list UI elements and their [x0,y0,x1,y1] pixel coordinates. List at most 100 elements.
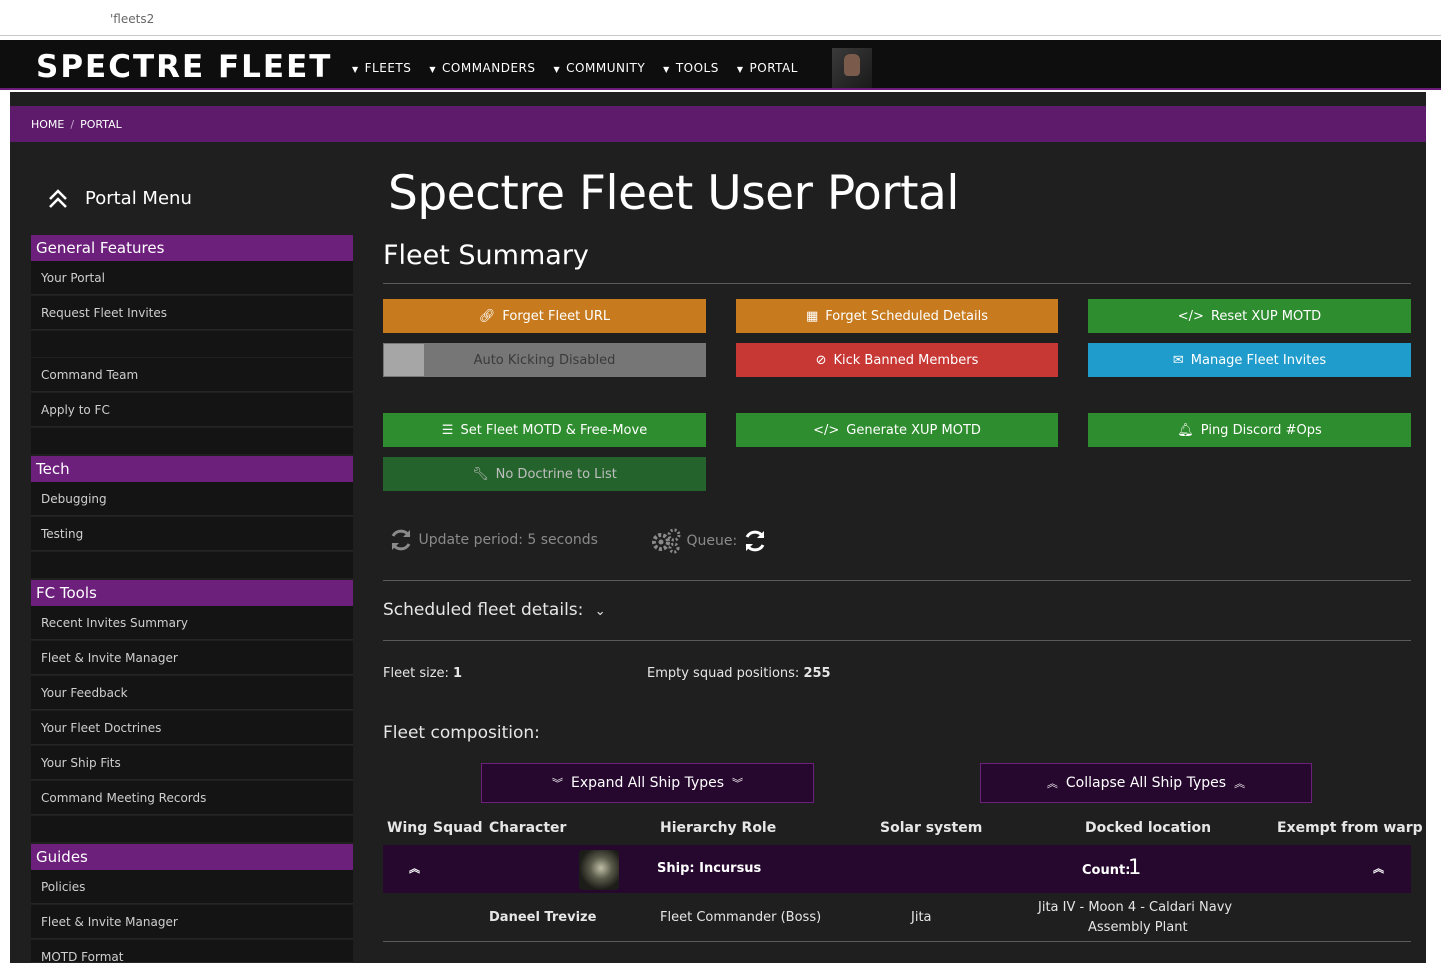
nav-item-tools[interactable]: ▼ TOOLS [663,61,719,75]
divider [383,640,1411,641]
breadcrumb-current: PORTAL [80,118,122,131]
double-chevron-down-icon: ︾ [732,777,744,790]
button-label: No Doctrine to List [495,466,617,482]
update-period-text: Update period: 5 seconds [418,532,598,548]
top-navigation: SPECTRE FLEET ▼ FLEETS ▼ COMMANDERS ▼ COMMU… [0,40,1441,90]
refresh-icon [391,529,411,551]
button-label: Auto Kicking Disabled [473,352,616,368]
scheduled-details-toggle[interactable]: Scheduled fleet details: ⌄ [383,600,606,620]
empty-squad-label: Empty squad positions: [647,666,800,681]
sidebar-item-meeting-records[interactable]: Command Meeting Records [31,781,353,815]
hierarchy-role: Fleet Commander (Boss) [660,910,822,925]
collapse-chevron-icon[interactable]: ︽ [409,860,420,876]
collapse-chevron-icon[interactable]: ︽ [1373,860,1384,876]
button-label: Set Fleet MOTD & Free-Move [460,422,648,438]
nav-label: COMMUNITY [566,61,646,75]
url-text: 'fleets2 [110,12,155,26]
portal-menu-title: Portal Menu [85,188,192,209]
sidebar-item-apply-to-fc[interactable]: Apply to FC [31,393,353,427]
nav-item-portal[interactable]: ▼ PORTAL [737,61,798,75]
section-tech: Tech [31,456,353,482]
sidebar-item-command-team[interactable]: Command Team [31,358,353,392]
empty-squad-positions: Empty squad positions: 255 [647,666,831,681]
fleet-size-label: Fleet size: [383,666,449,681]
double-chevron-up-icon: ︽ [1046,777,1058,790]
fleet-size: Fleet size: 1 [383,666,462,681]
expand-all-button[interactable]: ︾ Expand All Ship Types ︾ [481,763,814,803]
user-avatar[interactable] [832,48,872,88]
sidebar-item-fleet-invite-manager[interactable]: Fleet & Invite Manager [31,641,353,675]
button-label: Expand All Ship Types [570,775,725,791]
forget-scheduled-details-button[interactable]: ▦ Forget Scheduled Details [736,299,1058,333]
double-chevron-down-icon: ︾ [551,777,563,790]
nav-item-community[interactable]: ▼ COMMUNITY [554,61,646,75]
sidebar-item-ship-fits[interactable]: Your Ship Fits [31,746,353,780]
button-label: Manage Fleet Invites [1190,352,1327,368]
caret-down-icon: ▼ [352,65,359,74]
section-fc-tools: FC Tools [31,580,353,606]
character-name[interactable]: Daneel Trevize [489,910,596,925]
reset-xup-motd-button[interactable]: </> Reset XUP MOTD [1088,299,1411,333]
nav-item-fleets[interactable]: ▼ FLEETS [352,61,411,75]
chevron-down-icon: ⌄ [594,604,606,619]
sidebar-item-debugging[interactable]: Debugging [31,482,353,516]
sidebar-item-motd-format[interactable]: MOTD Format [31,940,353,964]
toggle-knob [384,344,424,376]
sidebar-item-policies[interactable]: Policies [31,870,353,904]
column-header-wing[interactable]: Wing [387,820,427,836]
column-header-docked[interactable]: Docked location [1085,820,1211,836]
ban-icon: ⊘ [815,352,827,368]
nav-item-commanders[interactable]: ▼ COMMANDERS [429,61,535,75]
ship-group-row[interactable]: ︽ Ship: Incursus Count: 1 ︽ [383,845,1411,893]
sidebar-item-request-fleet-invites[interactable]: Request Fleet Invites [31,296,353,330]
sidebar-item-guide-fleet-invite-manager[interactable]: Fleet & Invite Manager [31,905,353,939]
sidebar-item-fleet-doctrines[interactable]: Your Fleet Doctrines [31,711,353,745]
button-label: Generate XUP MOTD [846,422,981,438]
envelope-icon: ✉ [1172,352,1184,368]
scheduled-label: Scheduled fleet details: [383,600,584,620]
breadcrumb-separator: / [70,118,75,131]
manage-fleet-invites-button[interactable]: ✉ Manage Fleet Invites [1088,343,1411,377]
ping-discord-button[interactable]: 🔔︎ Ping Discord #Ops [1088,413,1411,447]
button-label: Forget Scheduled Details [825,308,989,324]
section-general-features: General Features [31,235,353,261]
column-header-character[interactable]: Character [489,820,566,836]
generate-xup-motd-button[interactable]: </> Generate XUP MOTD [736,413,1058,447]
ship-type-label: Ship: Incursus [657,861,762,876]
nav-label: COMMANDERS [442,61,536,75]
bell-icon: 🔔︎ [1177,422,1194,438]
nav-label: PORTAL [749,61,798,75]
nav-label: TOOLS [675,61,719,75]
sidebar-item-recent-invites[interactable]: Recent Invites Summary [31,606,353,640]
portal-menu-toggle[interactable]: Portal Menu [47,188,192,210]
sidebar-item-your-feedback[interactable]: Your Feedback [31,676,353,710]
sidebar-gap [31,331,353,357]
sidebar-gap [31,552,353,578]
forget-fleet-url-button[interactable]: 🔗︎ Forget Fleet URL [383,299,706,333]
set-fleet-motd-button[interactable]: ☰ Set Fleet MOTD & Free-Move [383,413,706,447]
refresh-icon [745,530,764,552]
queue-status: Queue: [650,527,768,555]
column-header-system[interactable]: Solar system [880,820,982,836]
auto-kick-toggle[interactable]: Auto Kicking Disabled [383,343,706,377]
column-header-role[interactable]: Hierarchy Role [660,820,776,836]
kick-banned-members-button[interactable]: ⊘ Kick Banned Members [736,343,1058,377]
column-header-exempt[interactable]: Exempt from warp [1277,820,1423,836]
collapse-all-button[interactable]: ︽ Collapse All Ship Types ︽ [980,763,1312,803]
docked-location-line2: Assembly Plant [1088,920,1188,935]
sidebar-item-testing[interactable]: Testing [31,517,353,551]
caret-down-icon: ▼ [553,65,561,74]
code-icon: </> [1177,308,1204,324]
fleet-size-value: 1 [453,666,463,681]
no-doctrine-button[interactable]: 🔧︎ No Doctrine to List [383,457,706,491]
column-header-squad[interactable]: Squad [433,820,483,836]
browser-url-bar[interactable]: 'fleets2 [0,0,1441,36]
sidebar-item-your-portal[interactable]: Your Portal [31,261,353,295]
calendar-icon: ▦ [805,308,819,324]
site-logo[interactable]: SPECTRE FLEET [36,49,332,85]
wrench-icon: 🔧︎ [472,466,489,482]
breadcrumb-home[interactable]: HOME [31,118,64,131]
list-icon: ☰ [441,422,454,438]
double-chevron-up-icon: ︽ [1234,777,1246,790]
button-label: Reset XUP MOTD [1210,308,1322,324]
